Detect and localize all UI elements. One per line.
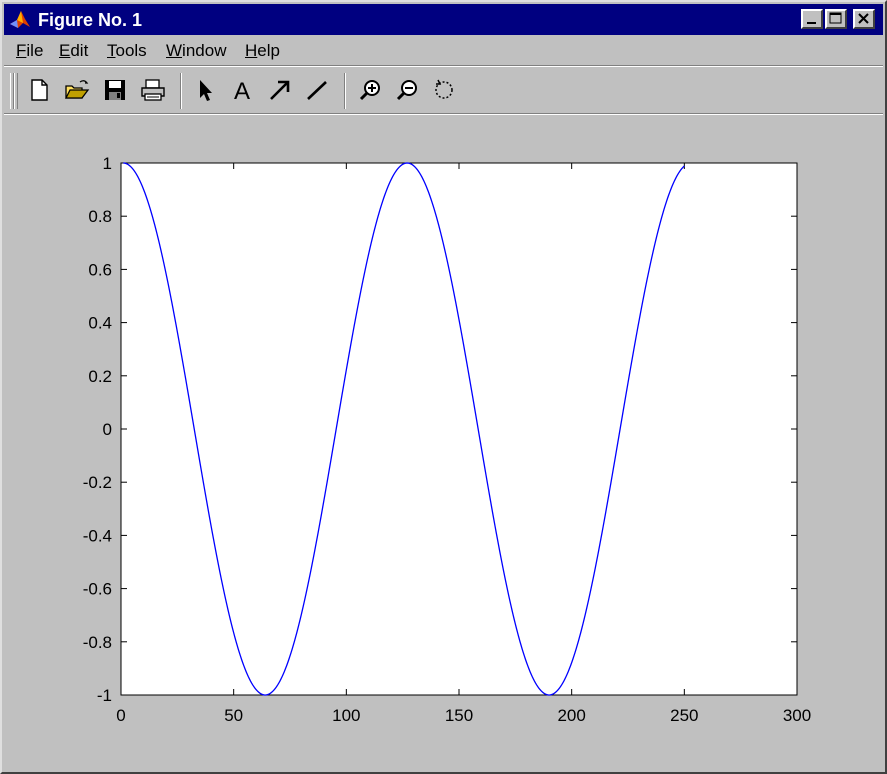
x-tick-label: 250 [670,706,698,725]
x-tick-label: 200 [557,706,585,725]
x-tick-label: 50 [224,706,243,725]
x-tick-label: 300 [783,706,811,725]
x-tick-label: 0 [116,706,125,725]
y-tick-label: -0.2 [83,473,112,492]
y-tick-label: -0.6 [83,580,112,599]
figure-window: Figure No. 1 File Edit Tools Window Help [0,0,887,774]
y-tick-label: 1 [103,154,112,173]
plot-canvas: 0 50 100 150 200 250 300 -1 -0.8 -0.6 -0.4 -0.2 0 0.2… [83,154,811,725]
y-tick-label: 0 [103,420,112,439]
y-tick-label: 0.6 [88,260,112,279]
y-tick-label: -1 [97,686,112,705]
axes-box[interactable] [120,162,798,696]
y-tick-label: 0.8 [88,207,112,226]
y-tick-label: 0.4 [88,314,112,333]
y-tick-label: 0.2 [88,367,112,386]
y-tick-label: -0.8 [83,633,112,652]
x-tick-label: 100 [332,706,360,725]
y-tick-label: -0.4 [83,526,112,545]
x-tick-label: 150 [445,706,473,725]
